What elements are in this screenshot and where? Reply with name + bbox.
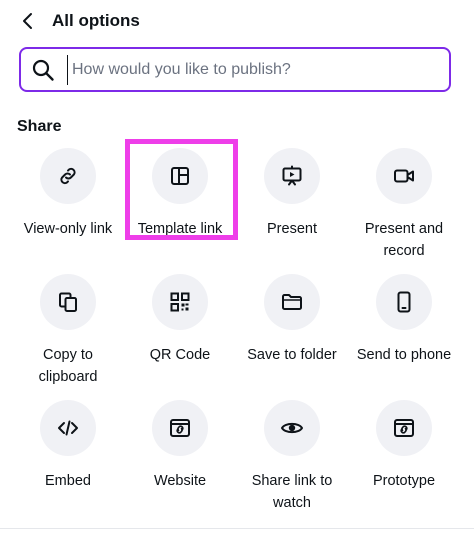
video-camera-icon — [394, 169, 414, 183]
option-icon-circle — [40, 148, 96, 204]
option-qr-code[interactable]: QR Code — [124, 274, 236, 400]
option-label: Present — [267, 221, 317, 237]
code-icon — [58, 420, 78, 436]
phone-icon — [397, 291, 411, 313]
option-save-to-folder[interactable]: Save to folder — [236, 274, 348, 400]
option-prototype[interactable]: Prototype — [348, 400, 460, 526]
qr-code-icon — [170, 292, 190, 312]
option-label: QR Code — [149, 347, 211, 363]
option-share-link-to-watch[interactable]: Share link to watch — [236, 400, 348, 526]
option-label: Embed — [45, 473, 91, 489]
option-icon-circle — [264, 148, 320, 204]
option-icon-circle — [40, 274, 96, 330]
option-label: Prototype — [372, 473, 436, 489]
section-label-share: Share — [17, 118, 62, 135]
link-icon — [60, 167, 76, 185]
option-icon-circle — [264, 274, 320, 330]
option-copy-to-clipboard[interactable]: Copy to clipboard — [12, 274, 124, 400]
copy-icon — [59, 292, 77, 312]
option-present-and-record[interactable]: Present and record — [348, 148, 460, 274]
option-icon-circle — [152, 400, 208, 456]
option-icon-circle — [376, 400, 432, 456]
present-icon — [282, 165, 302, 186]
option-present[interactable]: Present — [236, 148, 348, 274]
chevron-left-icon — [23, 13, 32, 29]
option-label: View-only link — [23, 221, 113, 237]
option-icon-circle — [152, 274, 208, 330]
search-box[interactable] — [19, 47, 451, 92]
option-view-only-link[interactable]: View-only link — [12, 148, 124, 274]
option-icon-circle — [376, 274, 432, 330]
option-send-to-phone[interactable]: Send to phone — [348, 274, 460, 400]
options-row: Copy to clipboard QR Code Save to folder… — [12, 274, 460, 400]
option-label: Copy to clipboard — [38, 347, 98, 385]
header: All options — [0, 0, 474, 44]
option-label: Send to phone — [356, 347, 452, 363]
option-label: Share link to watch — [251, 473, 333, 511]
eye-icon — [281, 422, 303, 434]
option-label: Present and record — [364, 221, 444, 259]
website-icon — [170, 419, 190, 437]
back-button[interactable] — [14, 8, 40, 34]
template-link-highlight-box — [125, 139, 238, 240]
option-icon-circle — [40, 400, 96, 456]
option-icon-circle — [264, 400, 320, 456]
option-label: Website — [153, 473, 207, 489]
option-icon-circle — [376, 148, 432, 204]
option-embed[interactable]: Embed — [12, 400, 124, 526]
search-icon — [32, 59, 54, 81]
prototype-icon — [394, 419, 414, 437]
page-title: All options — [52, 11, 140, 30]
options-row: Embed Website Share link to watch Protot… — [12, 400, 460, 526]
divider — [0, 528, 474, 529]
search-input[interactable] — [67, 55, 443, 85]
folder-icon — [282, 294, 302, 310]
option-label: Save to folder — [247, 347, 337, 363]
option-website[interactable]: Website — [124, 400, 236, 526]
